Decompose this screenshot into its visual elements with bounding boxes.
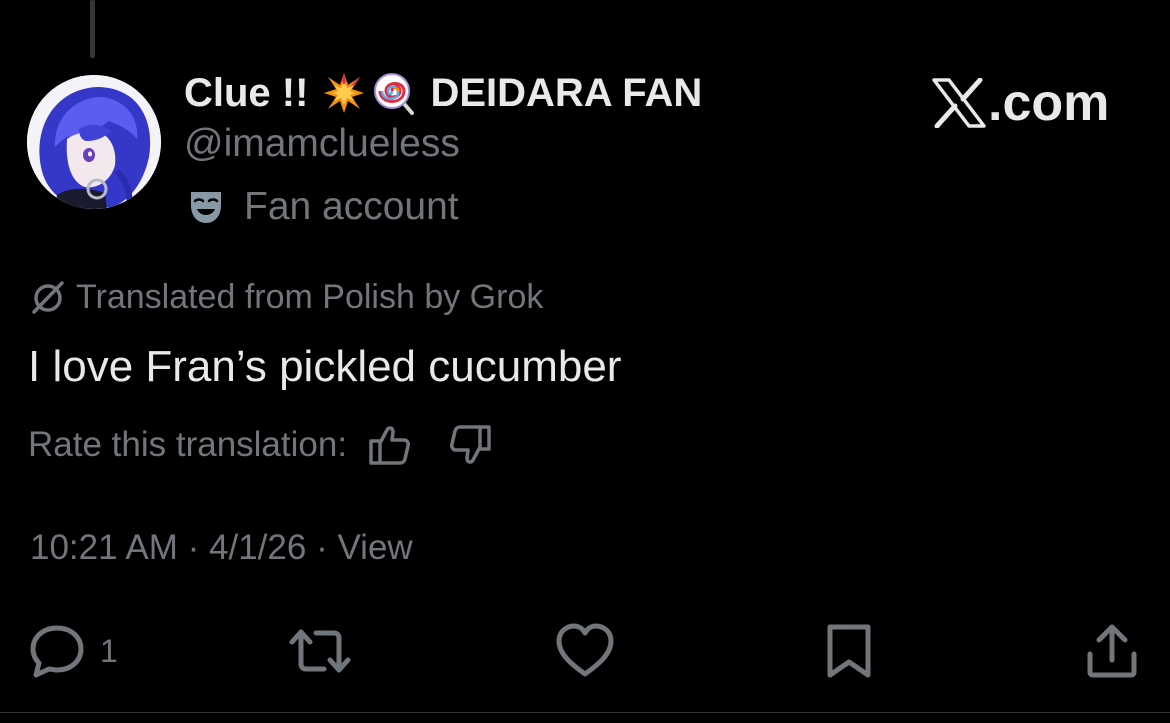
translation-notice: Translated from Polish by Grok [30,276,543,318]
reply-count: 1 [100,632,118,669]
grok-icon [30,279,66,315]
meta-separator: · [187,528,200,567]
like-button[interactable] [555,622,615,680]
bookmark-button[interactable] [824,622,874,680]
divider [0,712,1170,713]
share-button[interactable] [1084,622,1140,680]
collision-icon [322,71,366,115]
x-watermark: .com [932,72,1109,134]
translation-notice-text: Translated from Polish by Grok [76,277,544,316]
post-time: 10:21 AM [30,528,178,567]
share-icon [1087,624,1137,678]
author-name-text: Clue !! [184,70,309,115]
x-watermark-suffix: .com [988,74,1110,132]
lollipop-icon [372,71,416,115]
avatar-image [27,75,161,209]
performing-arts-mask-icon [188,189,224,225]
repost-icon [289,629,351,673]
post-text: I love Fran’s pickled cucumber [28,342,622,391]
account-label-text: Fan account [244,185,459,228]
account-label[interactable]: Fan account [188,184,459,230]
bookmark-icon [827,624,871,678]
post-date: 4/1/26 [209,528,307,567]
meta-separator: · [316,528,328,567]
author-handle[interactable]: @imamclueless [184,122,460,166]
heart-icon [556,623,614,677]
reply-icon [30,625,84,678]
author-display-name[interactable]: Clue !! DEIDARA FAN [184,68,702,118]
post-metadata: 10:21 AM · 4/1/26 · View [30,528,413,568]
author-name-suffix: DEIDARA FAN [430,70,703,115]
view-link[interactable]: View [337,528,412,567]
avatar[interactable] [27,75,161,209]
thumbs-down-icon[interactable] [447,422,493,468]
rate-translation-label: Rate this translation: [28,425,348,464]
thread-connector-line [90,0,95,58]
repost-button[interactable] [286,622,354,680]
x-logo-icon [932,78,986,128]
thumbs-up-icon[interactable] [367,422,413,468]
reply-button[interactable]: 1 [28,622,118,680]
rate-translation: Rate this translation: [28,422,493,468]
